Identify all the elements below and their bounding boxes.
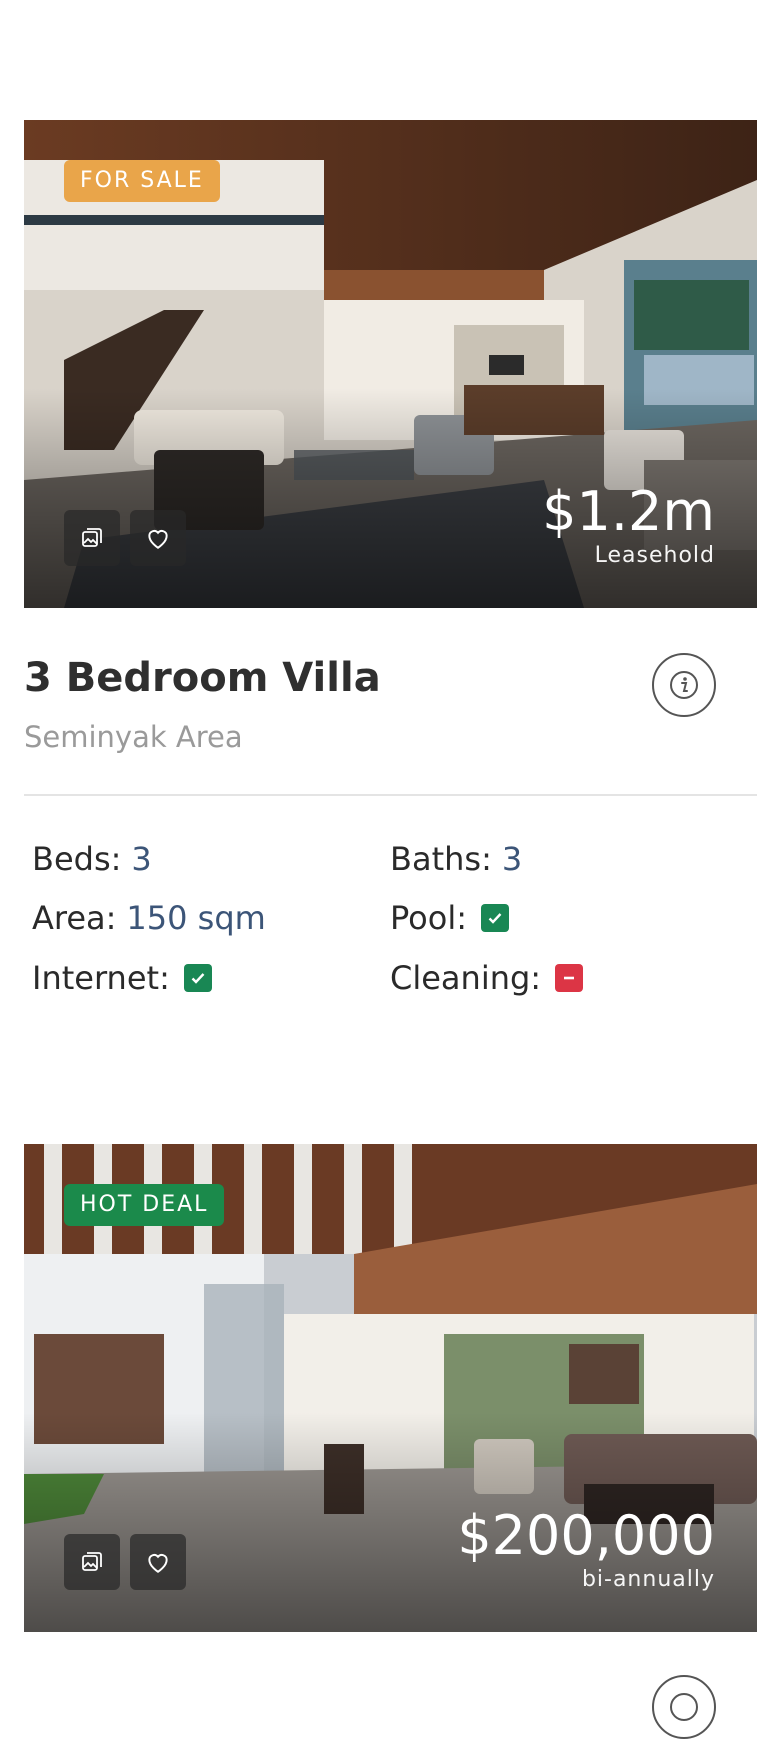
feature-label: Pool:	[390, 899, 467, 937]
price-block: $200,000 bi-annually	[457, 1506, 715, 1594]
feature-beds: Beds: 3	[32, 839, 152, 879]
feature-label: Internet:	[32, 959, 170, 997]
for-sale-badge: FOR SALE	[64, 160, 220, 202]
price: $200,000	[457, 1504, 715, 1567]
heart-icon	[148, 1554, 168, 1573]
listing-photo[interactable]: FOR SALE $1.2m Leasehold	[24, 120, 757, 608]
favorite-button[interactable]	[130, 510, 186, 566]
feature-label: Baths:	[390, 840, 492, 878]
price-block: $1.2m Leasehold	[542, 482, 715, 570]
feature-value: 3	[501, 840, 523, 878]
check-icon	[480, 904, 509, 932]
listing-title[interactable]: 3 Bedroom Villa	[24, 655, 381, 701]
hot-deal-badge: HOT DEAL	[64, 1184, 225, 1226]
check-icon	[183, 964, 212, 992]
heart-icon	[148, 530, 168, 549]
info-button[interactable]	[652, 653, 716, 717]
feature-area: Area: 150 sqm	[32, 898, 266, 938]
feature-label: Cleaning:	[390, 959, 542, 997]
feature-value: 3	[131, 840, 152, 878]
price: $1.2m	[542, 480, 715, 543]
price-note: bi-annually	[581, 1567, 715, 1592]
price-note: Leasehold	[594, 543, 715, 568]
info-icon	[670, 671, 698, 699]
gallery-button[interactable]	[64, 1534, 120, 1590]
feature-label: Area:	[32, 899, 117, 937]
feature-cleaning: Cleaning:	[390, 958, 584, 998]
gallery-icon	[82, 1552, 102, 1571]
feature-label: Beds:	[32, 840, 122, 878]
info-button[interactable]	[652, 1675, 716, 1739]
minus-icon	[555, 964, 584, 992]
feature-value: 150 sqm	[126, 899, 266, 937]
listing-location: Seminyak Area	[24, 720, 243, 754]
divider	[24, 794, 757, 796]
listing-photo[interactable]: HOT DEAL $200,000 bi-annually	[24, 1144, 757, 1632]
gallery-icon	[82, 528, 102, 547]
info-icon	[670, 1693, 698, 1721]
feature-internet: Internet:	[32, 958, 212, 998]
feature-pool: Pool:	[390, 898, 509, 938]
feature-baths: Baths: 3	[390, 839, 522, 879]
favorite-button[interactable]	[130, 1534, 186, 1590]
gallery-button[interactable]	[64, 510, 120, 566]
